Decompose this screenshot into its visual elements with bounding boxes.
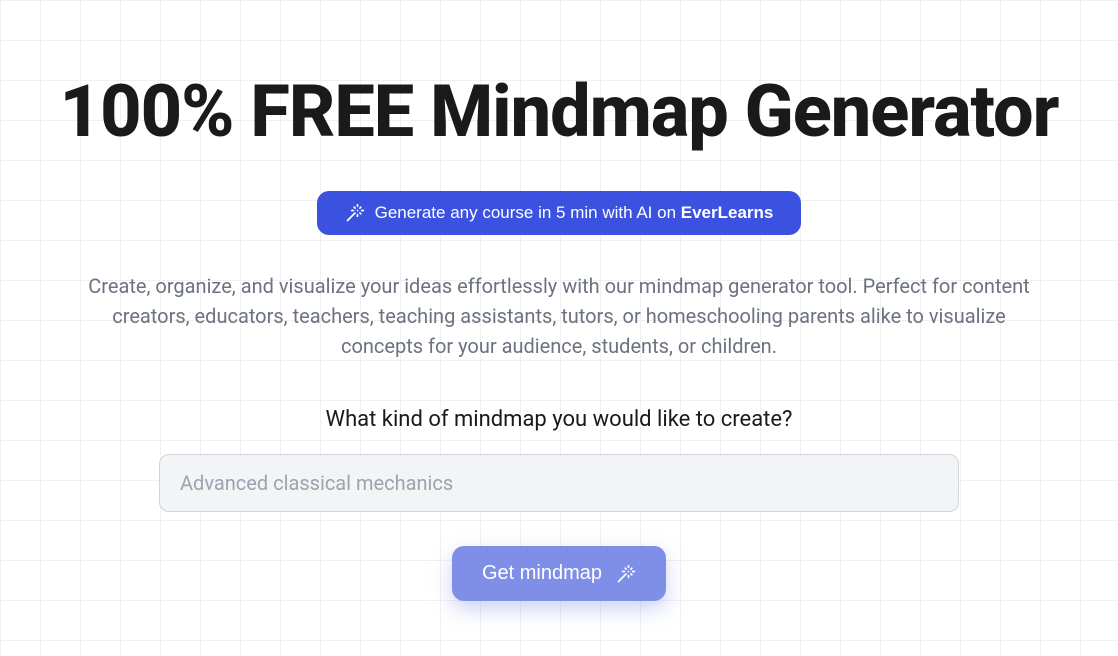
promo-everlearns-button[interactable]: Generate any course in 5 min with AI on …	[317, 191, 802, 235]
description-text: Create, organize, and visualize your ide…	[84, 271, 1034, 361]
page-title: 100% FREE Mindmap Generator	[60, 72, 1059, 151]
magic-wand-icon	[345, 203, 365, 223]
prompt-label: What kind of mindmap you would like to c…	[326, 407, 793, 432]
submit-button-label: Get mindmap	[482, 562, 602, 585]
get-mindmap-button[interactable]: Get mindmap	[452, 546, 666, 601]
mindmap-topic-input[interactable]	[159, 454, 959, 512]
magic-wand-icon	[616, 564, 636, 584]
promo-text: Generate any course in 5 min with AI on …	[375, 203, 774, 223]
